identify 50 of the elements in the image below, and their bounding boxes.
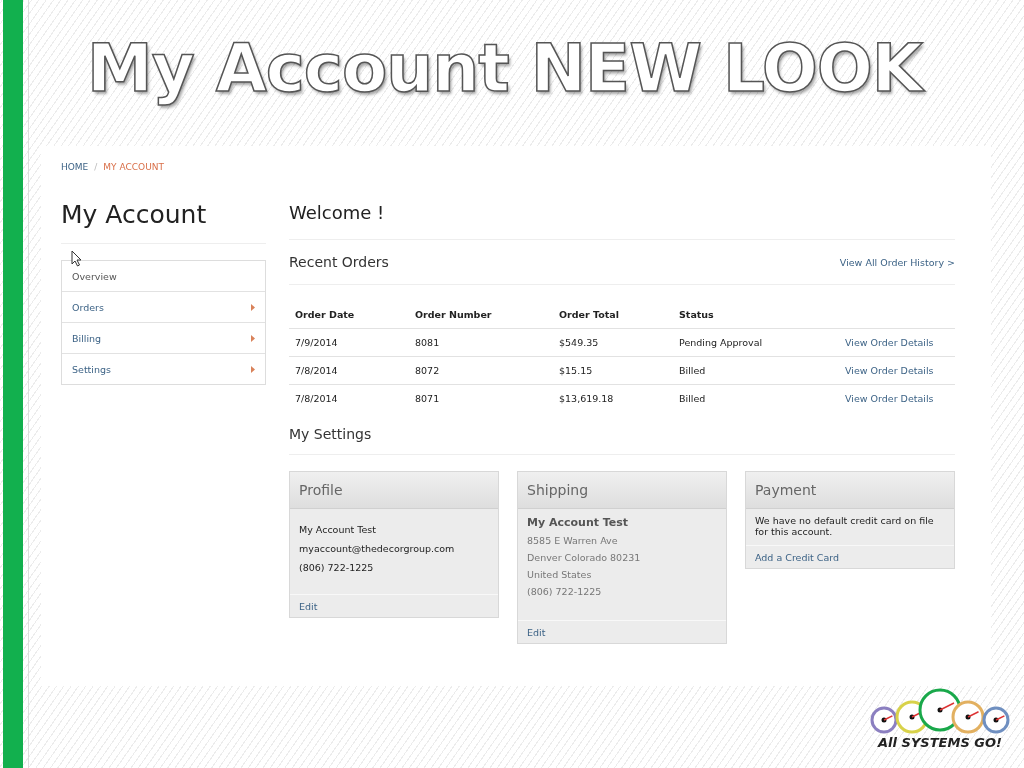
table-cell: Billed bbox=[673, 356, 839, 385]
section-title: Recent Orders bbox=[289, 254, 389, 270]
order-history-link[interactable]: View All Order History > bbox=[839, 256, 955, 268]
column-header: Status bbox=[673, 301, 839, 329]
order-details-link[interactable]: View Order Details bbox=[845, 365, 934, 376]
slide-title: My Account NEW LOOK bbox=[83, 26, 930, 120]
order-details-link[interactable]: View Order Details bbox=[845, 393, 934, 404]
address-line: 8585 E Warren Ave bbox=[527, 534, 619, 548]
address-line: (806) 722-1225 bbox=[527, 585, 603, 599]
payment-note: We have no default credit card on file for this account. bbox=[755, 515, 935, 537]
column-header: Order Date bbox=[289, 301, 409, 329]
column-header: Order Number bbox=[409, 301, 553, 329]
logo-text: All SYSTEMS GO! bbox=[878, 735, 1002, 750]
address-name: My Account Test bbox=[527, 515, 630, 531]
profile-text: My Account Test bbox=[299, 523, 377, 537]
sidebar-item[interactable]: Settings bbox=[62, 353, 265, 384]
card-action-link[interactable]: Edit bbox=[299, 601, 318, 612]
section-title: My Settings bbox=[289, 412, 955, 455]
table-cell: 8081 bbox=[409, 328, 553, 357]
breadcrumb-separator: / bbox=[94, 162, 98, 172]
table-cell: 7/9/2014 bbox=[289, 328, 409, 357]
table-cell: Billed bbox=[673, 384, 839, 412]
cursor-icon bbox=[71, 250, 82, 267]
table-cell: 8071 bbox=[409, 384, 553, 412]
page-title: My Account bbox=[61, 190, 266, 244]
address-line: Denver Colorado 80231 bbox=[527, 551, 642, 565]
card-title: Profile bbox=[299, 482, 343, 498]
welcome-heading: Welcome ! bbox=[289, 190, 955, 240]
sidebar-item[interactable]: Orders bbox=[62, 291, 265, 322]
breadcrumb-link[interactable]: HOME bbox=[61, 162, 89, 172]
card-title: Shipping bbox=[527, 482, 589, 498]
sidebar-item[interactable]: Billing bbox=[62, 322, 265, 353]
breadcrumb-link[interactable]: MY ACCOUNT bbox=[103, 162, 164, 172]
table-cell: Pending Approval bbox=[673, 328, 839, 357]
profile-text: (806) 722-1225 bbox=[299, 561, 375, 575]
column-header: Order Total bbox=[553, 301, 673, 329]
order-details-link[interactable]: View Order Details bbox=[845, 337, 934, 348]
table-cell: 7/8/2014 bbox=[289, 384, 409, 412]
card-title: Payment bbox=[755, 482, 817, 498]
card-action-link[interactable]: Edit bbox=[527, 627, 546, 638]
gauges-icon bbox=[870, 686, 1010, 734]
table-cell: 8072 bbox=[409, 356, 553, 385]
profile-text: myaccount@thedecorgroup.com bbox=[299, 542, 456, 556]
table-cell: $13,619.18 bbox=[553, 384, 673, 412]
table-cell: $15.15 bbox=[553, 356, 673, 385]
table-cell: $549.35 bbox=[553, 328, 673, 357]
table-cell: 7/8/2014 bbox=[289, 356, 409, 385]
sidebar-item[interactable]: Overview bbox=[62, 261, 265, 291]
card-action-link[interactable]: Add a Credit Card bbox=[755, 552, 840, 563]
address-line: United States bbox=[527, 568, 593, 582]
